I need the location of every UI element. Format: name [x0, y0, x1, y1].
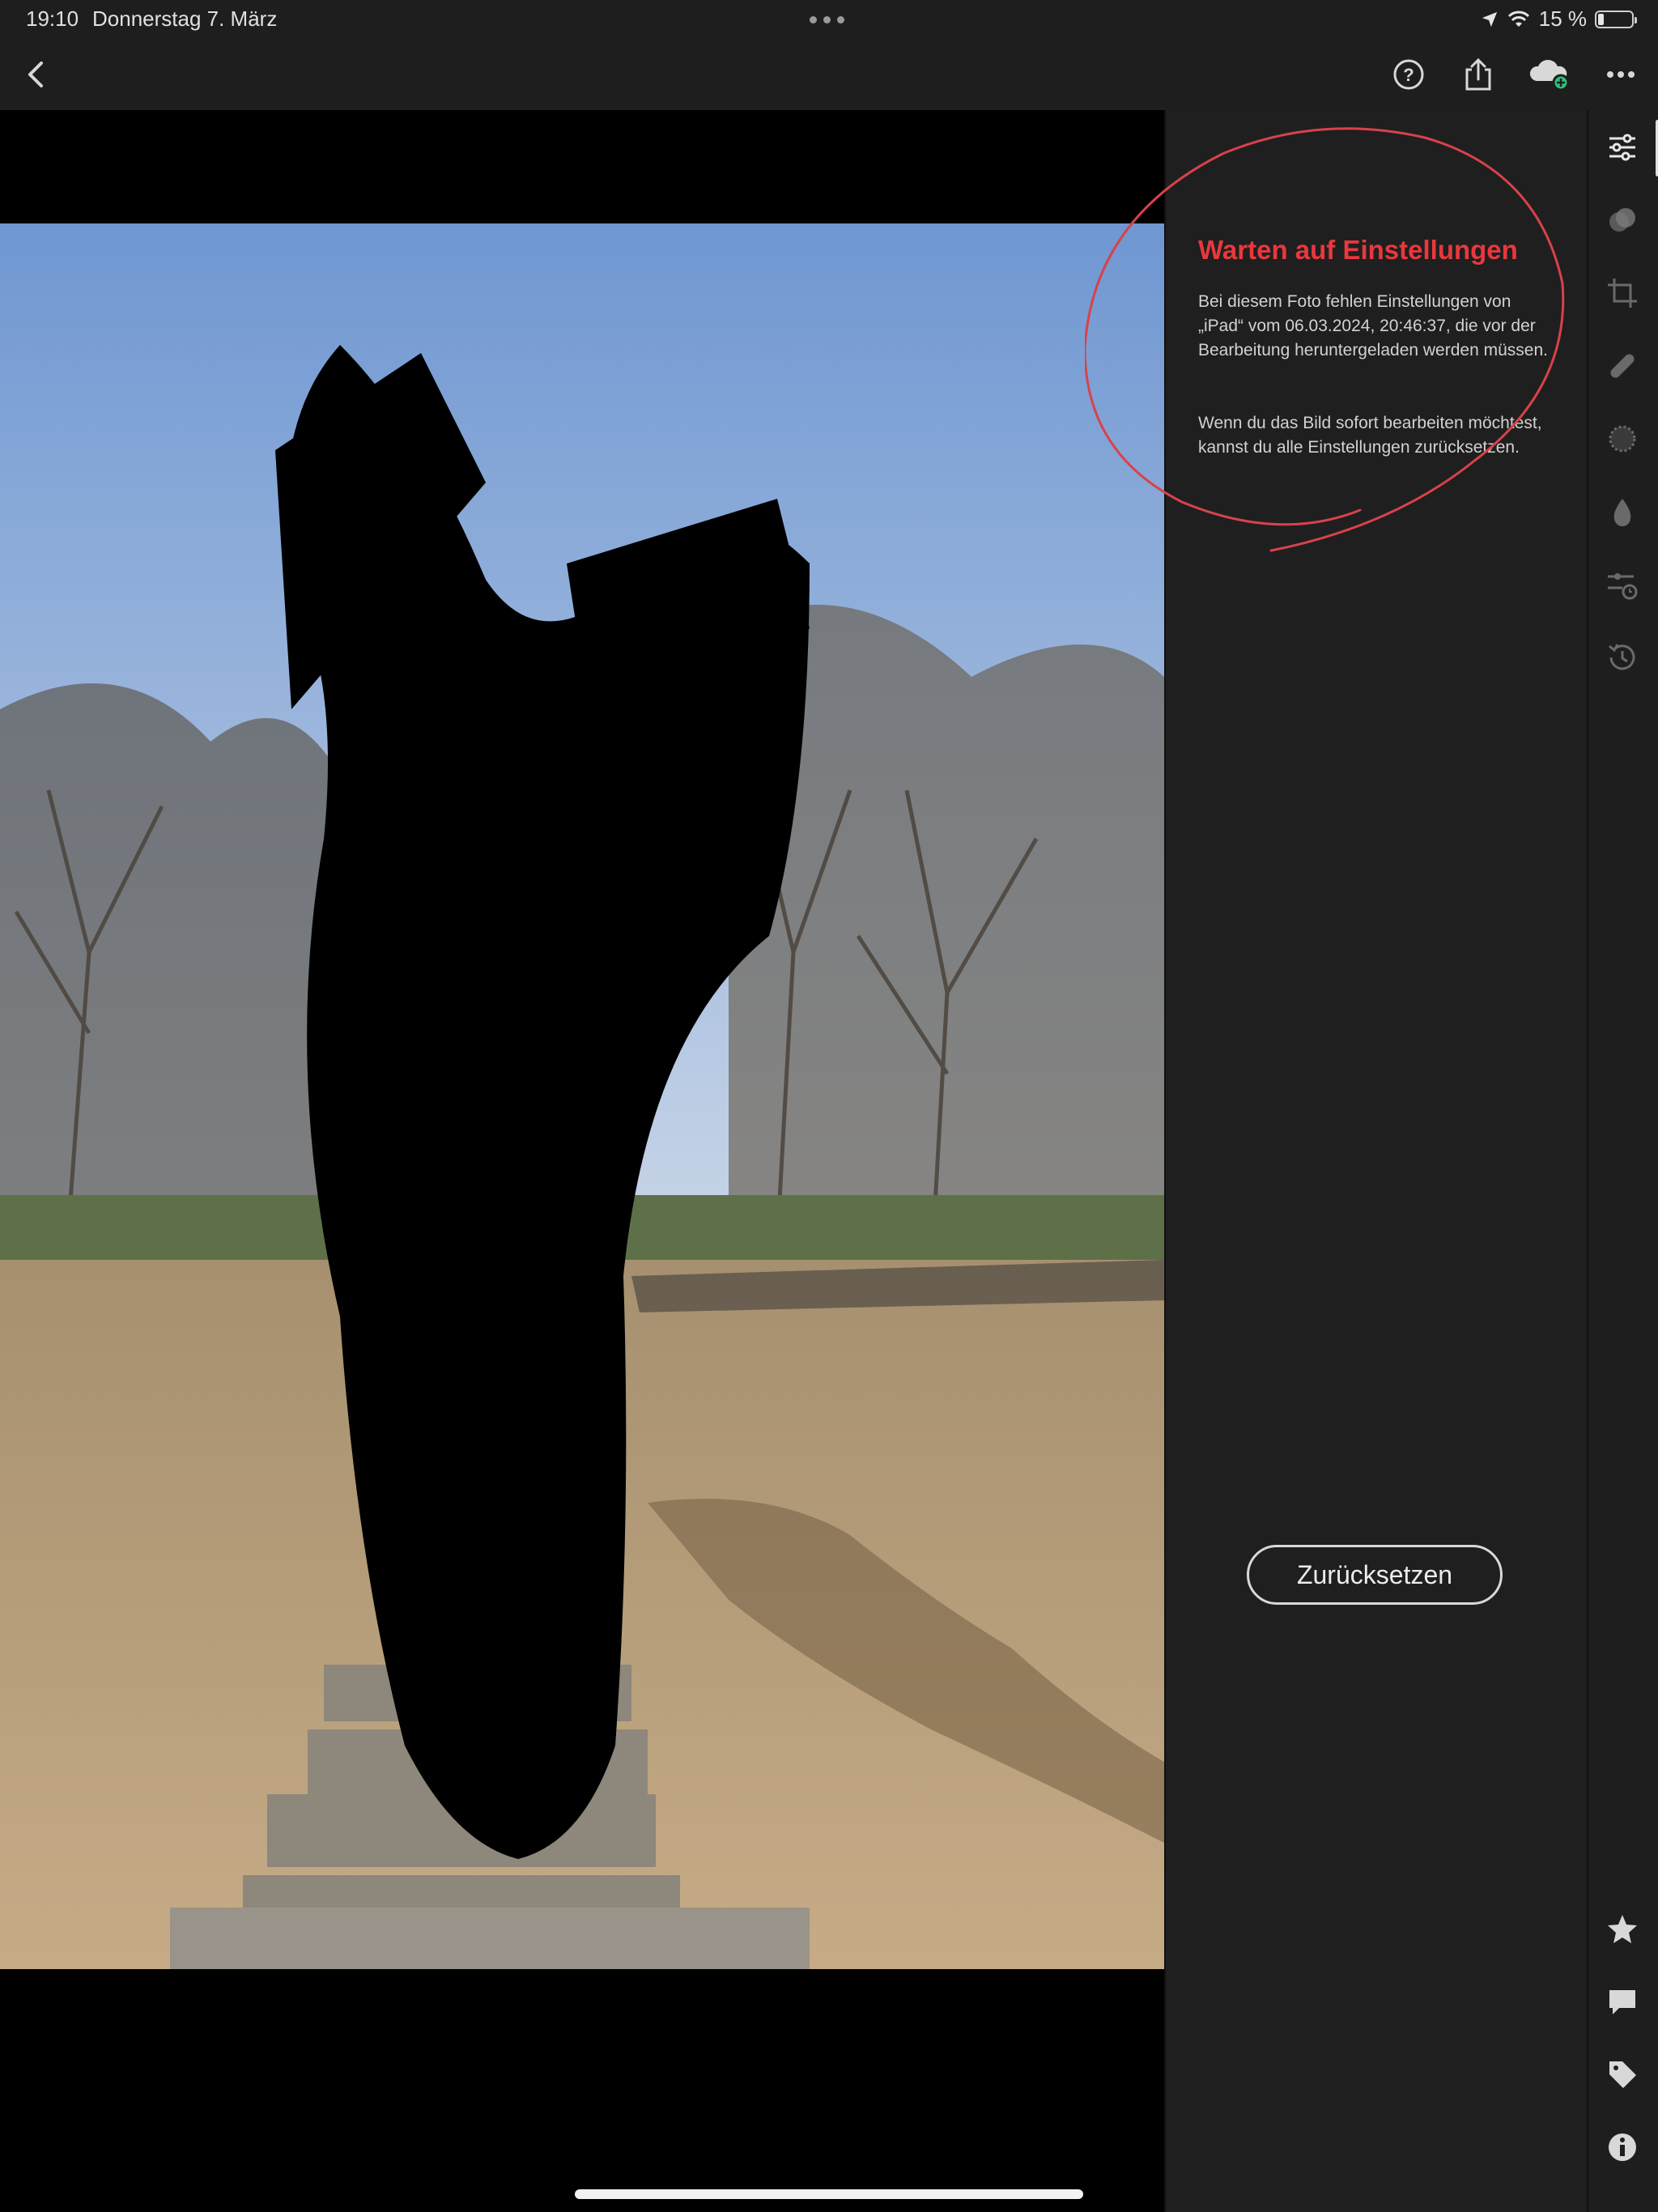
more-button[interactable]	[1598, 52, 1643, 97]
help-circle-icon: ?	[1393, 59, 1424, 90]
location-icon	[1482, 11, 1497, 27]
more-horizontal-icon	[1607, 71, 1635, 78]
help-button[interactable]: ?	[1386, 52, 1431, 97]
multitasking-dots[interactable]	[810, 16, 844, 23]
status-time: 19:10	[26, 6, 79, 31]
battery-percent: 15 %	[1538, 6, 1587, 31]
svg-text:?: ?	[1403, 65, 1414, 85]
selective-icon	[1613, 499, 1631, 526]
history-icon	[1609, 644, 1635, 670]
home-indicator[interactable]	[575, 2189, 1083, 2199]
masking-button[interactable]	[1603, 419, 1642, 458]
selective-button[interactable]	[1603, 492, 1642, 531]
comment-icon	[1609, 1990, 1635, 2014]
status-date: Donnerstag 7. März	[92, 6, 278, 31]
healing-icon	[1610, 354, 1635, 378]
cloud-sync-button[interactable]	[1527, 52, 1572, 97]
annotation-circle	[1085, 127, 1565, 552]
presets-icon	[1609, 208, 1635, 232]
tag-button[interactable]	[1603, 2055, 1642, 2094]
share-button[interactable]	[1456, 52, 1501, 97]
back-button[interactable]	[13, 52, 58, 97]
crop-button[interactable]	[1603, 274, 1642, 313]
reset-button[interactable]: Zurücksetzen	[1247, 1545, 1503, 1605]
top-toolbar: ?	[0, 39, 1658, 111]
tag-icon	[1609, 2061, 1636, 2088]
cloud-sync-icon	[1529, 60, 1570, 91]
photo-image	[0, 223, 1164, 1969]
crop-icon	[1608, 279, 1637, 308]
edit-button[interactable]	[1603, 128, 1642, 167]
battery-icon	[1595, 10, 1637, 28]
history-button[interactable]	[1603, 638, 1642, 677]
healing-button[interactable]	[1603, 347, 1642, 385]
share-icon	[1465, 57, 1491, 91]
edit-sliders-icon	[1609, 134, 1635, 161]
status-bar: 19:10 Donnerstag 7. März 15 %	[0, 0, 1658, 39]
info-button[interactable]	[1603, 2128, 1642, 2167]
versions-icon	[1608, 573, 1638, 600]
comment-button[interactable]	[1603, 1982, 1642, 2021]
star-icon	[1608, 1915, 1637, 1943]
presets-button[interactable]	[1603, 201, 1642, 240]
tool-rail	[1587, 110, 1658, 2212]
info-icon	[1609, 2133, 1636, 2161]
versions-button[interactable]	[1603, 565, 1642, 604]
wifi-icon	[1507, 11, 1529, 27]
rating-button[interactable]	[1603, 1909, 1642, 1948]
masking-icon	[1609, 425, 1636, 453]
chevron-left-icon	[28, 62, 43, 87]
photo-canvas[interactable]	[0, 110, 1164, 2212]
